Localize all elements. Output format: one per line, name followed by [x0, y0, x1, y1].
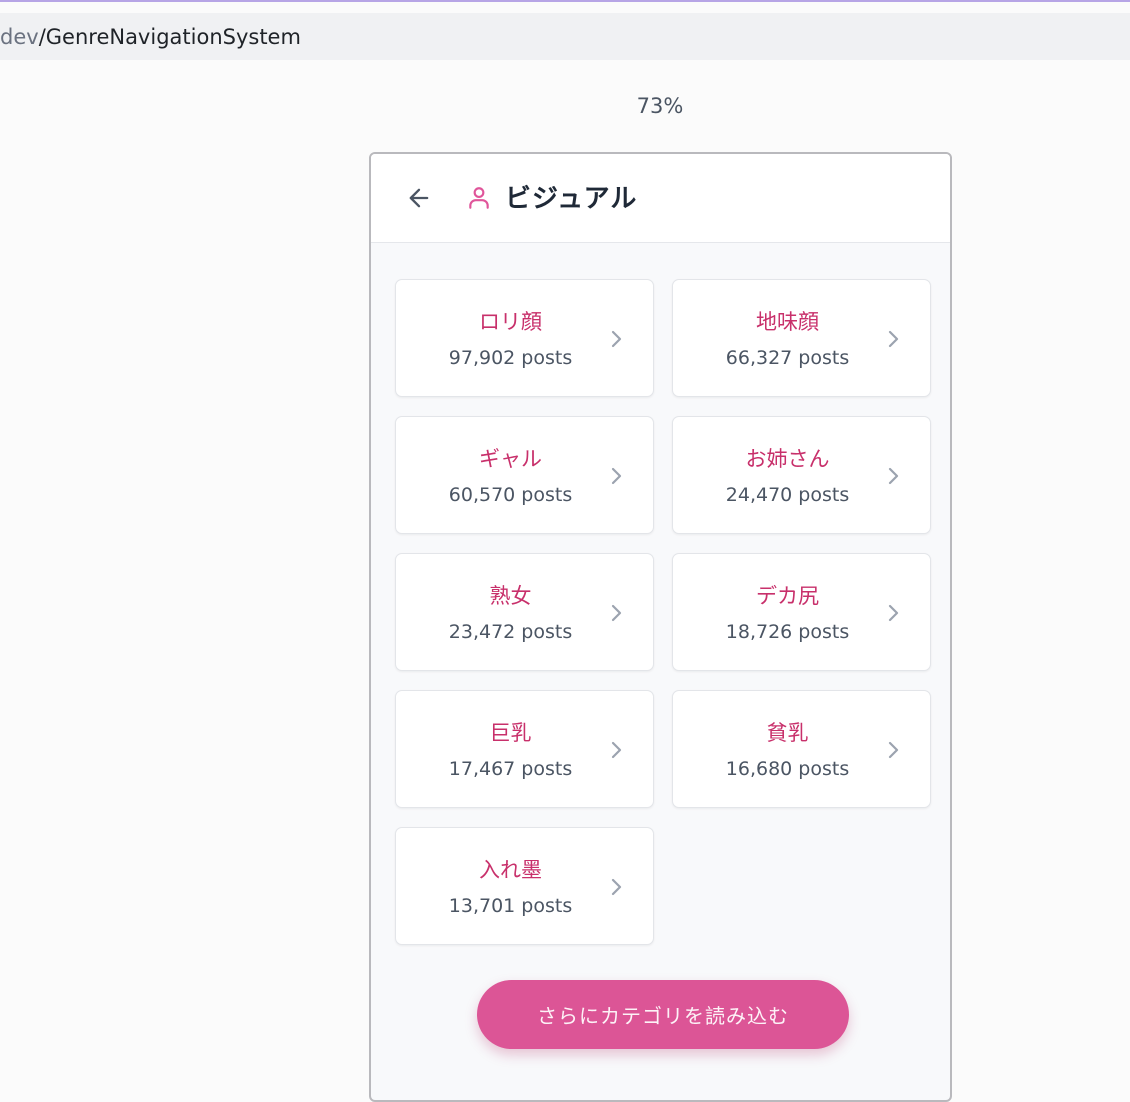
category-grid: ロリ顔 97,902 posts 地味顔 66,327 posts ギャル 60…	[395, 279, 932, 945]
category-card[interactable]: 地味顔 66,327 posts	[672, 279, 931, 397]
category-name: 入れ墨	[479, 858, 542, 882]
chevron-right-icon	[888, 604, 899, 622]
category-post-count: 23,472 posts	[448, 621, 573, 643]
category-post-count: 17,467 posts	[448, 758, 573, 780]
category-name: お姉さん	[745, 447, 830, 471]
category-name: 地味顔	[756, 310, 819, 334]
category-name: デカ尻	[756, 584, 819, 608]
category-card[interactable]: デカ尻 18,726 posts	[672, 553, 931, 671]
load-more-categories-button[interactable]: さらにカテゴリを読み込む	[477, 980, 849, 1049]
page-header: ビジュアル	[371, 154, 950, 243]
category-post-count: 97,902 posts	[448, 347, 573, 369]
category-card[interactable]: お姉さん 24,470 posts	[672, 416, 931, 534]
zoom-level: 73%	[636, 94, 684, 118]
chevron-right-icon	[888, 467, 899, 485]
category-post-count: 18,726 posts	[725, 621, 850, 643]
chevron-right-icon	[611, 741, 622, 759]
app-frame: ビジュアル ロリ顔 97,902 posts 地味顔 66,327 posts …	[369, 152, 952, 1102]
category-name: ロリ顔	[479, 310, 542, 334]
url-prefix: dev	[0, 24, 39, 49]
category-card[interactable]: 貧乳 16,680 posts	[672, 690, 931, 808]
category-name: 巨乳	[489, 721, 532, 745]
category-card[interactable]: ギャル 60,570 posts	[395, 416, 654, 534]
category-post-count: 60,570 posts	[448, 484, 573, 506]
chevron-right-icon	[611, 604, 622, 622]
category-name: 熟女	[489, 584, 532, 608]
address-bar[interactable]: dev/GenreNavigationSystem	[0, 13, 1130, 60]
chevron-right-icon	[611, 878, 622, 896]
category-post-count: 16,680 posts	[725, 758, 850, 780]
chevron-right-icon	[611, 467, 622, 485]
category-name: ギャル	[479, 447, 542, 471]
chevron-right-icon	[888, 330, 899, 348]
category-name: 貧乳	[766, 721, 809, 745]
user-icon	[469, 187, 489, 209]
page-title: ビジュアル	[505, 184, 638, 214]
browser-top-accent-line	[0, 0, 1130, 2]
chevron-right-icon	[888, 741, 899, 759]
category-post-count: 24,470 posts	[725, 484, 850, 506]
chevron-right-icon	[611, 330, 622, 348]
arrow-left-icon[interactable]	[405, 184, 433, 212]
url-path: /GenreNavigationSystem	[38, 24, 301, 49]
category-card[interactable]: 熟女 23,472 posts	[395, 553, 654, 671]
category-post-count: 13,701 posts	[448, 895, 573, 917]
category-card[interactable]: 巨乳 17,467 posts	[395, 690, 654, 808]
category-post-count: 66,327 posts	[725, 347, 850, 369]
category-card[interactable]: ロリ顔 97,902 posts	[395, 279, 654, 397]
category-card[interactable]: 入れ墨 13,701 posts	[395, 827, 654, 945]
